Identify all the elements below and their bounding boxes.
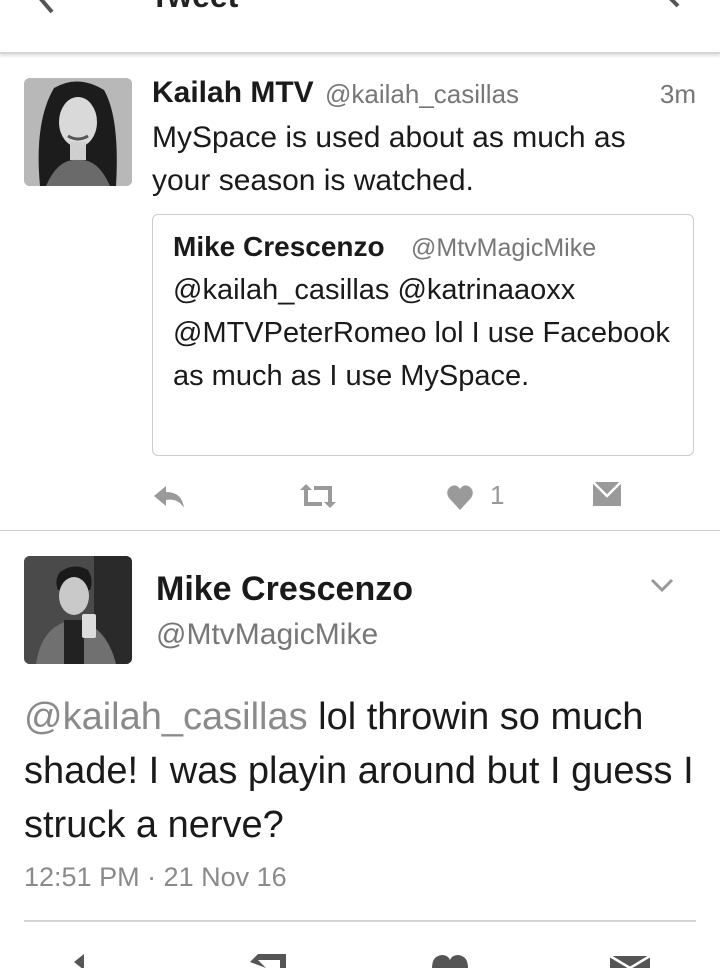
divider <box>24 920 696 922</box>
like-count: 1 <box>490 480 505 510</box>
avatar[interactable] <box>24 78 132 186</box>
heart-icon[interactable] <box>430 948 470 968</box>
tweet[interactable]: Kailah MTV @kailah_casillas 3m MySpace i… <box>0 56 720 531</box>
search-icon[interactable] <box>640 0 684 16</box>
top-app-bar: Tweet <box>0 0 720 54</box>
avatar[interactable] <box>24 556 132 664</box>
reply-icon[interactable] <box>70 948 100 968</box>
tweet-text: MySpace is used about as much as your se… <box>152 121 626 197</box>
mention-link[interactable]: @kailah_casillas <box>24 696 308 738</box>
quoted-author-name: Mike Crescenzo <box>173 231 385 262</box>
author-name[interactable]: Kailah MTV <box>152 76 314 110</box>
quoted-tweet[interactable]: Mike Crescenzo @MtvMagicMike @kailah_cas… <box>152 214 694 456</box>
quoted-author-handle: @MtvMagicMike <box>411 234 597 262</box>
tweet-time: 3m <box>659 79 696 109</box>
author-name[interactable]: Mike Crescenzo <box>156 570 413 609</box>
tweet-actions: 1 <box>0 476 720 516</box>
reply-text: @kailah_casillas lol throwin so much sha… <box>24 690 714 852</box>
reply-actions <box>0 948 720 968</box>
message-icon[interactable] <box>608 948 652 968</box>
retweet-icon[interactable] <box>298 476 338 516</box>
reply-tweet[interactable]: Mike Crescenzo @MtvMagicMike @kailah_cas… <box>0 530 720 968</box>
quoted-tweet-text: @kailah_casillas @katrinaaoxx @MTVPeterR… <box>173 274 670 392</box>
timestamp: 12:51 PM · 21 Nov 16 <box>24 862 287 892</box>
chevron-down-icon[interactable] <box>648 574 676 596</box>
author-handle[interactable]: @MtvMagicMike <box>156 618 378 652</box>
reply-icon[interactable] <box>152 476 186 516</box>
back-arrow-icon[interactable] <box>30 0 70 18</box>
page-title: Tweet <box>150 0 238 15</box>
heart-icon[interactable] <box>446 476 474 516</box>
message-icon[interactable] <box>592 476 622 516</box>
author-handle[interactable]: @kailah_casillas <box>325 79 519 110</box>
retweet-icon[interactable] <box>246 948 292 968</box>
